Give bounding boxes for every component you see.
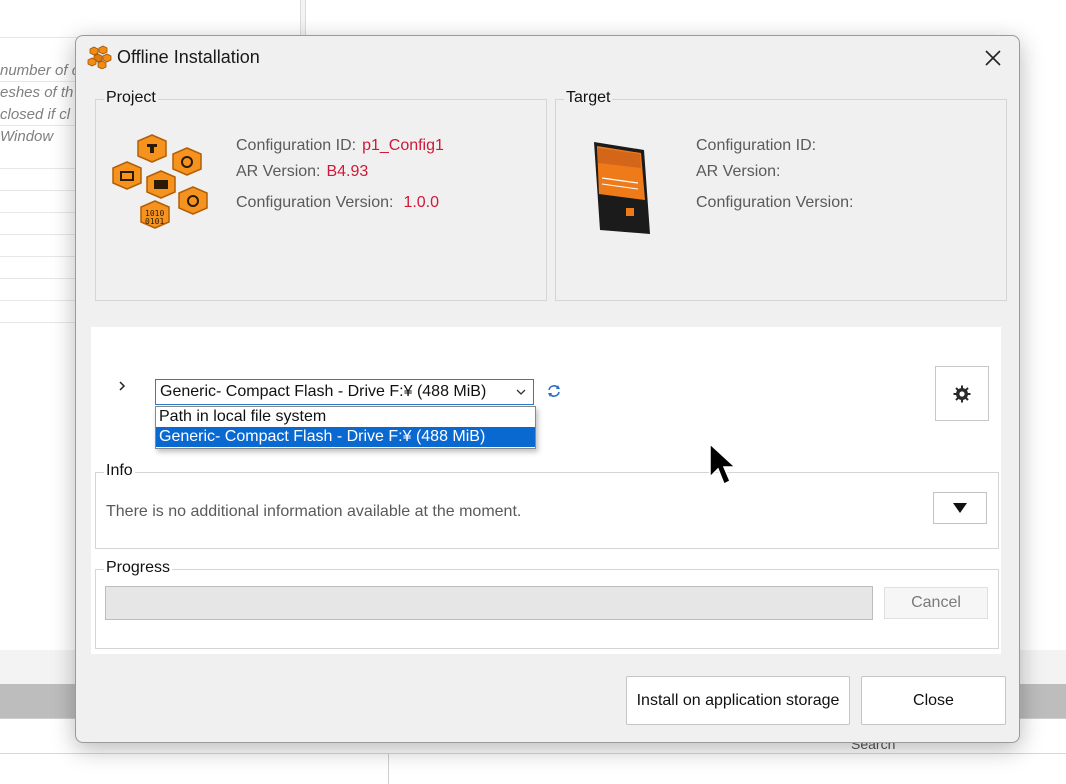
project-config-version: Configuration Version: 1.0.0	[236, 194, 439, 212]
target-config-version: Configuration Version:	[696, 194, 859, 212]
close-icon	[985, 50, 1001, 66]
target-group-label: Target	[564, 89, 613, 107]
project-ar-version-value: B4.93	[326, 163, 369, 180]
close-window-button[interactable]	[976, 44, 1010, 72]
device-select[interactable]: Generic- Compact Flash - Drive F:¥ (488 …	[155, 379, 534, 405]
dropdown-option-local-path[interactable]: Path in local file system	[156, 407, 535, 427]
mouse-cursor-icon	[709, 443, 737, 486]
target-ar-version-label: AR Version:	[696, 163, 781, 180]
project-modules-icon: 1010 0101	[112, 134, 208, 229]
dropdown-option-compact-flash[interactable]: Generic- Compact Flash - Drive F:¥ (488 …	[156, 427, 535, 447]
install-button[interactable]: Install on application storage	[626, 676, 850, 725]
info-group-label: Info	[104, 462, 135, 480]
bundle-icon	[87, 45, 112, 69]
device-select-value: Generic- Compact Flash - Drive F:¥ (488 …	[160, 383, 487, 400]
target-ar-version: AR Version:	[696, 163, 786, 181]
background-text: number of c eshes of th closed if cl Win…	[0, 60, 79, 148]
background-text-line: closed if cl	[0, 106, 71, 123]
project-config-version-value: 1.0.0	[403, 194, 440, 211]
project-ar-version-label: AR Version:	[236, 163, 321, 180]
progress-group-label: Progress	[104, 559, 173, 577]
info-group: Info There is no additional information …	[95, 462, 999, 549]
close-button[interactable]: Close	[861, 676, 1006, 725]
dialog-titlebar: Offline Installation	[76, 36, 1019, 80]
compact-flash-card-icon	[594, 142, 650, 234]
dialog-title: Offline Installation	[117, 47, 260, 67]
background-text-line: number of c	[0, 62, 80, 79]
project-group: Project 1010 0101 Configuration ID: p1_C…	[95, 89, 547, 301]
info-message: There is no additional information avail…	[106, 503, 522, 520]
project-config-id-value: p1_Config1	[362, 137, 444, 154]
installation-panel: Generic- Compact Flash - Drive F:¥ (488 …	[91, 327, 1001, 654]
cancel-button[interactable]: Cancel	[884, 587, 988, 619]
chevron-right-icon[interactable]	[117, 379, 127, 396]
triangle-down-icon	[953, 503, 967, 513]
progress-group: Progress Cancel	[95, 559, 999, 649]
target-config-version-label: Configuration Version:	[696, 194, 854, 211]
svg-text:0101: 0101	[145, 217, 164, 226]
project-ar-version: AR Version: B4.93	[236, 163, 368, 181]
target-config-id-label: Configuration ID:	[696, 137, 817, 154]
project-config-id: Configuration ID: p1_Config1	[236, 137, 444, 155]
offline-installation-dialog: Offline Installation Project 1010 0101 C…	[75, 35, 1020, 743]
background-text-line: Window	[0, 128, 54, 145]
target-config-id: Configuration ID:	[696, 137, 822, 155]
device-dropdown-list: Path in local file system Generic- Compa…	[155, 406, 536, 449]
project-group-label: Project	[104, 89, 158, 107]
settings-button[interactable]	[935, 366, 989, 421]
background-text-line: eshes of th	[0, 84, 74, 101]
progress-bar	[105, 586, 873, 620]
target-group: Target Configuration ID: AR Version: Con…	[555, 89, 1007, 301]
gear-icon	[953, 385, 971, 402]
project-config-version-label: Configuration Version:	[236, 194, 394, 211]
project-config-id-label: Configuration ID:	[236, 137, 357, 154]
expand-info-button[interactable]	[933, 492, 987, 524]
refresh-icon[interactable]	[546, 384, 562, 402]
